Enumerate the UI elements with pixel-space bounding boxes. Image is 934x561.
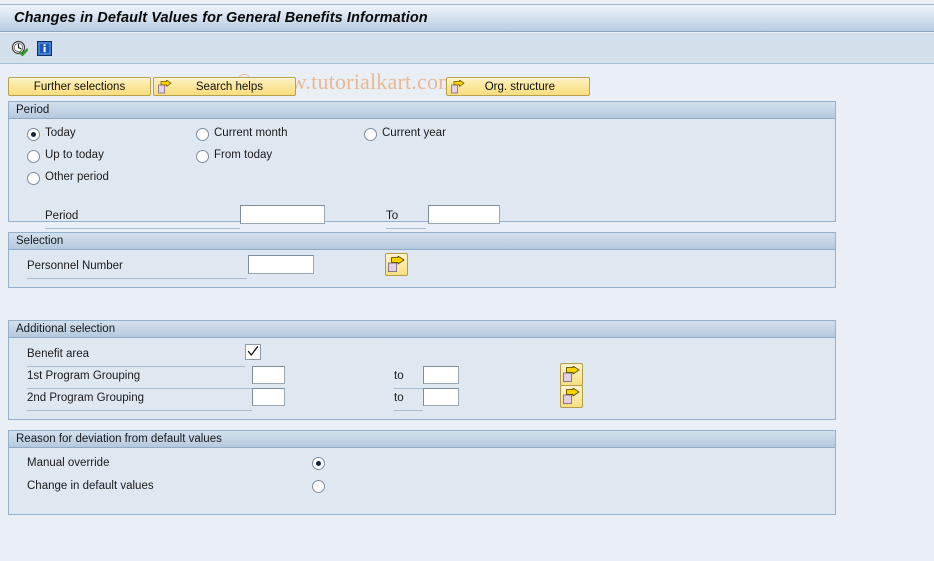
additional-selection-group: Additional selection Benefit area 1st Pr… [8, 320, 836, 420]
period-from-input[interactable] [240, 205, 325, 224]
radio-change-in-default-values[interactable] [312, 480, 325, 493]
first-program-grouping-from-input[interactable] [252, 366, 285, 384]
org-structure-label: Org. structure [484, 80, 555, 93]
search-helps-arrow-icon [158, 79, 172, 94]
further-selections-button[interactable]: Further selections [8, 77, 151, 96]
search-helps-button[interactable]: Search helps [153, 77, 296, 96]
period-group-title: Period [9, 102, 835, 119]
personnel-number-label: Personnel Number [27, 260, 123, 272]
second-program-grouping-underline [27, 410, 252, 411]
second-program-grouping-to-underline [394, 410, 423, 411]
radio-today[interactable] [27, 128, 40, 141]
radio-up-to-today[interactable] [27, 150, 40, 163]
reason-group-title: Reason for deviation from default values [9, 431, 835, 448]
period-to-input[interactable] [428, 205, 500, 224]
benefit-area-label: Benefit area [27, 348, 90, 360]
radio-current-year[interactable] [364, 128, 377, 141]
first-program-grouping-multi-select-button[interactable] [560, 363, 583, 386]
org-structure-arrow-icon [451, 79, 465, 94]
personnel-number-underline [27, 278, 247, 279]
application-toolbar: © www.tutorialkart.com [0, 33, 934, 94]
window-title-bar: Changes in Default Values for General Be… [0, 4, 934, 32]
page-title: Changes in Default Values for General Be… [14, 10, 428, 26]
radio-other-period-label[interactable]: Other period [45, 171, 109, 183]
selection-group-body: Personnel Number [9, 250, 835, 287]
benefit-area-underline [27, 366, 245, 367]
org-structure-button[interactable]: Org. structure [446, 77, 590, 96]
reason-group-body: Manual override Change in default values [9, 448, 835, 514]
period-to-underline [386, 228, 426, 229]
second-program-grouping-multi-select-button[interactable] [560, 385, 583, 408]
second-program-grouping-label: 2nd Program Grouping [27, 392, 144, 404]
period-group: Period Today Current month Current year … [8, 101, 836, 229]
additional-selection-group-title: Additional selection [9, 321, 835, 338]
radio-manual-override[interactable] [312, 457, 325, 470]
additional-selection-group-body: Benefit area 1st Program Grouping to 2nd… [9, 338, 835, 419]
further-selections-label: Further selections [33, 80, 126, 93]
multiple-selection-arrow-icon [388, 256, 405, 272]
selection-group: Selection Personnel Number [8, 232, 836, 288]
radio-current-month[interactable] [196, 128, 209, 141]
radio-current-year-label[interactable]: Current year [382, 127, 446, 139]
info-icon[interactable] [36, 40, 53, 57]
radio-other-period[interactable] [27, 172, 40, 185]
radio-up-to-today-label[interactable]: Up to today [45, 149, 104, 161]
radio-current-month-label[interactable]: Current month [214, 127, 288, 139]
multiple-selection-arrow-icon [563, 388, 580, 404]
selection-button-row: Further selections Search helps Org. str… [0, 64, 934, 96]
benefit-area-checkbox[interactable] [245, 344, 261, 360]
period-group-body: Today Current month Current year Up to t… [9, 119, 835, 229]
period-to-label: To [386, 210, 399, 222]
change-in-default-values-label[interactable]: Change in default values [27, 480, 154, 492]
second-program-grouping-to-label: to [394, 392, 404, 404]
first-program-grouping-to-input[interactable] [423, 366, 459, 384]
first-program-grouping-label: 1st Program Grouping [27, 370, 141, 382]
personnel-number-multi-select-button[interactable] [385, 253, 408, 276]
radio-from-today[interactable] [196, 150, 209, 163]
period-field-underline [45, 228, 240, 229]
search-helps-label: Search helps [195, 80, 263, 93]
manual-override-label[interactable]: Manual override [27, 457, 109, 469]
radio-from-today-label[interactable]: From today [214, 149, 272, 161]
checkmark-icon [247, 346, 259, 356]
radio-today-label[interactable]: Today [45, 127, 76, 139]
reason-group: Reason for deviation from default values… [8, 430, 836, 515]
first-program-grouping-to-label: to [394, 370, 404, 382]
period-field-label: Period [45, 210, 79, 222]
first-program-grouping-to-underline [394, 388, 423, 389]
second-program-grouping-from-input[interactable] [252, 388, 285, 406]
personnel-number-input[interactable] [248, 255, 314, 274]
clock-check-icon[interactable] [11, 40, 29, 57]
second-program-grouping-to-input[interactable] [423, 388, 459, 406]
first-program-grouping-underline [27, 388, 252, 389]
multiple-selection-arrow-icon [563, 366, 580, 382]
selection-group-title: Selection [9, 233, 835, 250]
